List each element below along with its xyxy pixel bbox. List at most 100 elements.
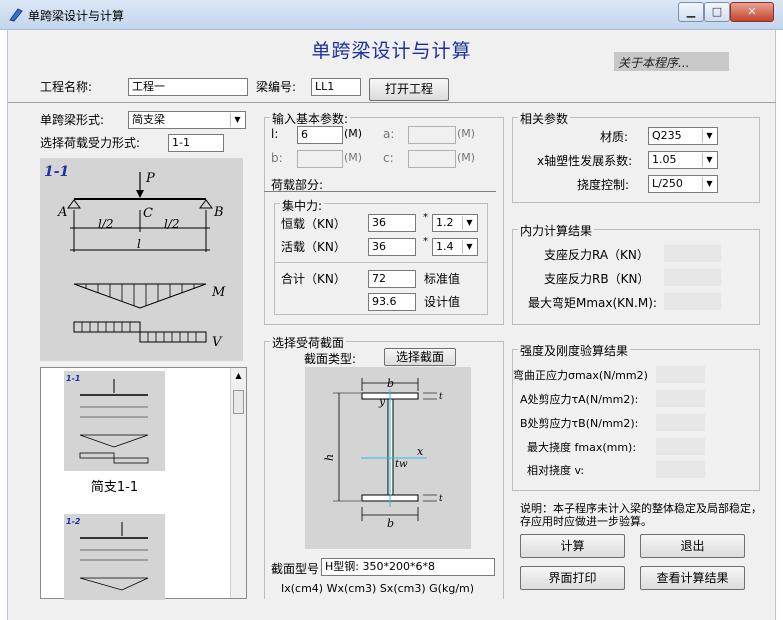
diagram-a-label: A: [57, 205, 67, 220]
material-select[interactable]: Q235 ▼: [648, 127, 718, 145]
exit-button[interactable]: 退出: [640, 534, 745, 558]
l-unit: (M): [344, 127, 363, 140]
c-unit: (M): [457, 151, 476, 164]
total-label: 合计（KN）: [281, 272, 346, 286]
scroll-thumb[interactable]: [233, 390, 244, 414]
calculate-button[interactable]: 计算: [520, 534, 625, 558]
view-results-button[interactable]: 查看计算结果: [640, 566, 745, 590]
header-divider: [8, 102, 776, 103]
beam-type-select[interactable]: 简支梁 ▼: [128, 111, 246, 129]
load-case-list[interactable]: 1-1 简支1-1 1-2 ▲: [40, 367, 247, 600]
project-name-label: 工程名称:: [40, 80, 93, 94]
section-title: 选择受荷截面: [270, 334, 347, 351]
dead-times-label: *: [423, 212, 428, 223]
minimize-icon: ▁: [686, 5, 696, 18]
c-label: c:: [383, 151, 394, 165]
chevron-down-icon: ▼: [462, 216, 476, 230]
plastic-coef-select[interactable]: 1.05 ▼: [648, 151, 718, 169]
a-label: a:: [383, 127, 395, 141]
diagram-c-label: C: [143, 206, 153, 221]
std-value-label: 标准值: [424, 272, 461, 286]
design-value-input[interactable]: 93.6: [368, 293, 416, 311]
dead-load-input[interactable]: 36: [368, 214, 416, 232]
close-icon: ✕: [747, 5, 757, 18]
live-factor-select[interactable]: 1.4 ▼: [432, 238, 478, 256]
dead-factor-value: 1.2: [436, 216, 454, 229]
basic-params-title: 输入基本参数:: [270, 110, 351, 127]
plastic-coef-value: 1.05: [652, 153, 677, 166]
section-diagram: b y x h tw t t b: [305, 367, 471, 549]
diagram-case-label: 1-1: [44, 164, 69, 180]
relative-deflection-output: [656, 461, 705, 478]
live-times-label: *: [423, 236, 428, 247]
close-button[interactable]: ✕: [730, 2, 774, 22]
deflection-select[interactable]: L/250 ▼: [648, 175, 718, 193]
select-section-button[interactable]: 选择截面: [384, 348, 456, 366]
app-icon: [9, 8, 23, 22]
load-form-input[interactable]: 1-1: [168, 134, 224, 152]
chevron-down-icon: ▼: [462, 240, 476, 254]
dim-t-top: t: [439, 392, 443, 402]
diagram-half2-label: l/2: [164, 217, 180, 231]
list-item[interactable]: 1-2: [64, 514, 165, 600]
about-link[interactable]: 关于本程序...: [614, 52, 729, 71]
plastic-coef-label: x轴塑性发展系数:: [537, 154, 633, 168]
dim-t-bottom: t: [439, 494, 443, 504]
dim-h: h: [323, 454, 336, 461]
related-params-title: 相关参数: [518, 110, 571, 127]
open-project-button[interactable]: 打开工程: [369, 78, 449, 101]
mmax-label: 最大弯矩Mmax(KN.M):: [528, 296, 657, 310]
project-name-input[interactable]: 工程一: [128, 78, 248, 96]
a-input[interactable]: [408, 126, 456, 144]
print-button[interactable]: 界面打印: [520, 566, 625, 590]
dim-b-top: b: [387, 377, 394, 390]
live-factor-value: 1.4: [436, 240, 454, 253]
dim-y: y: [378, 395, 386, 408]
l-label: l:: [271, 127, 279, 141]
scroll-up-icon[interactable]: ▲: [231, 371, 246, 380]
list-item-caption: 简支1-1: [90, 480, 139, 495]
mmax-output: [664, 293, 721, 310]
diagram-span-label: l: [137, 237, 141, 251]
tau-b-output: [656, 414, 705, 431]
strength-title: 强度及刚度验算结果: [518, 342, 631, 359]
dim-b-bottom: b: [387, 517, 394, 530]
fmax-output: [656, 438, 705, 455]
rb-output: [664, 269, 721, 286]
b-label: b:: [271, 151, 283, 165]
diagram-b-label: B: [213, 205, 224, 220]
deflection-label: 挠度控制:: [577, 178, 630, 192]
ra-output: [664, 245, 721, 262]
live-load-input[interactable]: 36: [368, 238, 416, 256]
thumb-diagram-2: 1-2: [66, 517, 149, 591]
dim-tw: tw: [395, 459, 408, 470]
dead-factor-select[interactable]: 1.2 ▼: [432, 214, 478, 232]
c-input[interactable]: [408, 150, 456, 168]
diagram-v-label: V: [212, 335, 223, 350]
maximize-icon: □: [711, 5, 723, 18]
chevron-down-icon: ▼: [702, 129, 716, 143]
note-text: 说明：本子程序未计入梁的整体稳定及局部稳定，存应用时应做进一步验算。: [520, 502, 762, 528]
a-unit: (M): [457, 127, 476, 140]
thumb-case-label: 1-2: [66, 517, 81, 526]
l-input[interactable]: 6: [297, 126, 343, 144]
diagram-p-label: P: [145, 171, 155, 186]
beam-no-input[interactable]: LL1: [311, 78, 361, 96]
list-item[interactable]: 1-1: [64, 371, 165, 471]
dead-load-label: 恒载（KN）: [281, 217, 346, 231]
maximize-button[interactable]: □: [704, 2, 730, 22]
b-input[interactable]: [297, 150, 343, 168]
list-scrollbar[interactable]: ▲: [230, 368, 246, 598]
design-value-label: 设计值: [424, 295, 461, 309]
chevron-down-icon: ▼: [702, 153, 716, 167]
beam-diagram-svg: 1-1 P A B C l/2 l/2 l M V: [44, 164, 226, 350]
thumb-case-label: 1-1: [66, 374, 80, 383]
fmax-label: 最大挠度 fmax(mm):: [527, 441, 637, 454]
minimize-button[interactable]: ▁: [678, 2, 704, 22]
section-model-label: 截面型号: [271, 562, 320, 576]
section-model-input[interactable]: H型钢: 350*200*6*8: [321, 558, 495, 576]
chevron-down-icon: ▼: [230, 113, 244, 127]
thumb-diagram-1: 1-1: [66, 374, 149, 464]
std-value-input[interactable]: 72: [368, 270, 416, 288]
beam-no-label: 梁编号:: [256, 80, 297, 94]
